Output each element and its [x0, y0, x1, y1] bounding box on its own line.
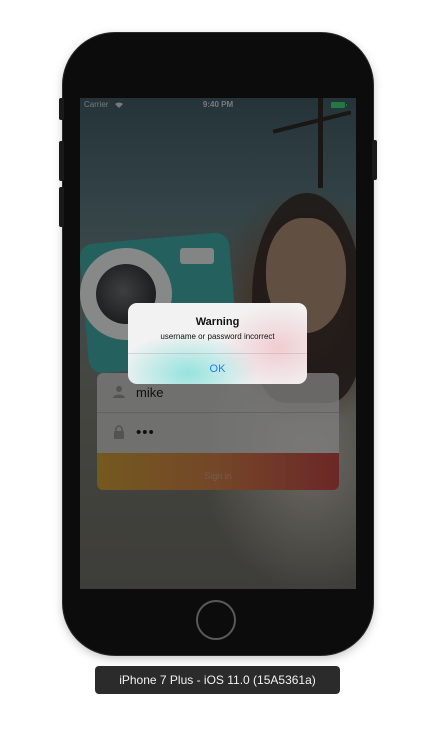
- alert-ok-button[interactable]: OK: [128, 354, 307, 384]
- alert-title: Warning: [195, 316, 240, 328]
- power-button: [372, 140, 377, 180]
- home-button[interactable]: [196, 600, 236, 640]
- warning-alert: Warning username or password incorrect O…: [128, 303, 307, 384]
- volume-down-button: [59, 187, 64, 227]
- simulator-device-label: iPhone 7 Plus - iOS 11.0 (15A5361a): [95, 666, 340, 694]
- volume-up-button: [59, 141, 64, 181]
- phone-screen: Carrier 9:40 PM mike ••• Sign in Warning…: [80, 98, 356, 589]
- silent-switch: [59, 98, 64, 120]
- alert-message: username or password incorrect: [160, 332, 275, 341]
